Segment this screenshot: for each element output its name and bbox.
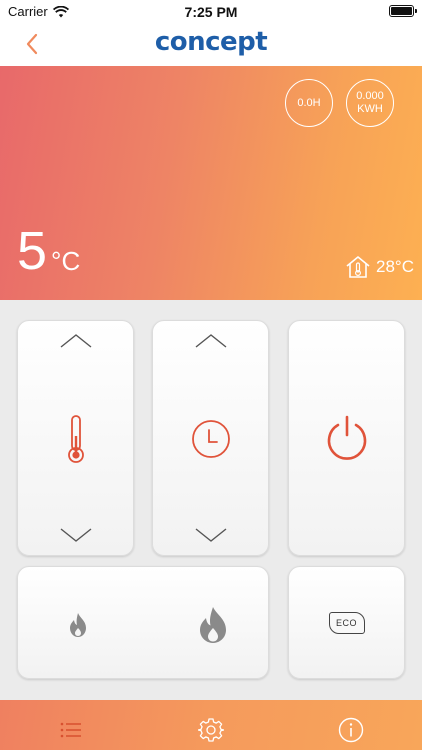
timer-icon-area — [153, 409, 268, 469]
flame-large-icon — [200, 607, 226, 643]
thermometer-icon — [67, 415, 84, 463]
tab-bar — [0, 700, 422, 750]
timer-up-button[interactable] — [153, 329, 268, 353]
timer-down-button[interactable] — [153, 523, 268, 547]
nav-bar: concept — [0, 22, 422, 66]
gear-icon — [198, 718, 224, 742]
room-temperature: 28°C — [345, 254, 414, 280]
temperature-control — [17, 320, 134, 556]
status-header: 0.0H 0.000 KWH 5 °C 28°C — [0, 66, 422, 300]
temperature-icon-area — [18, 409, 133, 469]
temperature-down-button[interactable] — [18, 523, 133, 547]
hours-value: 0.0H — [297, 96, 321, 109]
set-temperature: 5 °C — [17, 224, 80, 278]
timer-control — [152, 320, 269, 556]
set-temperature-unit: °C — [51, 246, 81, 276]
eco-label: ECO — [335, 617, 357, 628]
tab-settings[interactable] — [197, 716, 225, 744]
power-icon — [327, 415, 366, 460]
energy-value: 0.000 — [356, 90, 384, 102]
chevron-up-icon — [60, 334, 91, 348]
energy-badge: 0.000 KWH — [346, 79, 394, 127]
chevron-up-icon — [195, 334, 226, 348]
status-time: 7:25 PM — [184, 4, 238, 20]
heat-level-control — [17, 566, 269, 679]
battery-icon — [389, 5, 417, 17]
tab-list[interactable] — [57, 716, 85, 744]
brand-logo: concept — [154, 27, 268, 57]
chevron-down-icon — [195, 528, 226, 542]
temperature-up-button[interactable] — [18, 329, 133, 353]
list-icon — [60, 722, 81, 738]
set-temperature-value: 5 — [17, 221, 48, 281]
power-button[interactable] — [288, 320, 405, 556]
status-bar: Carrier 7:25 PM — [0, 0, 422, 22]
flame-small-icon — [70, 613, 86, 637]
clock-icon — [191, 420, 230, 458]
eco-icon: ECO — [328, 611, 365, 634]
energy-unit: KWH — [357, 103, 383, 115]
eco-mode-button[interactable]: ECO — [288, 566, 405, 679]
home-thermometer-icon — [346, 256, 370, 278]
tab-info[interactable] — [337, 716, 365, 744]
high-heat-button[interactable] — [190, 597, 236, 653]
info-icon — [338, 717, 364, 743]
chevron-down-icon — [60, 528, 91, 542]
hours-badge: 0.0H — [285, 79, 333, 127]
room-temperature-value: 28°C — [376, 257, 414, 276]
low-heat-button[interactable] — [58, 597, 98, 653]
